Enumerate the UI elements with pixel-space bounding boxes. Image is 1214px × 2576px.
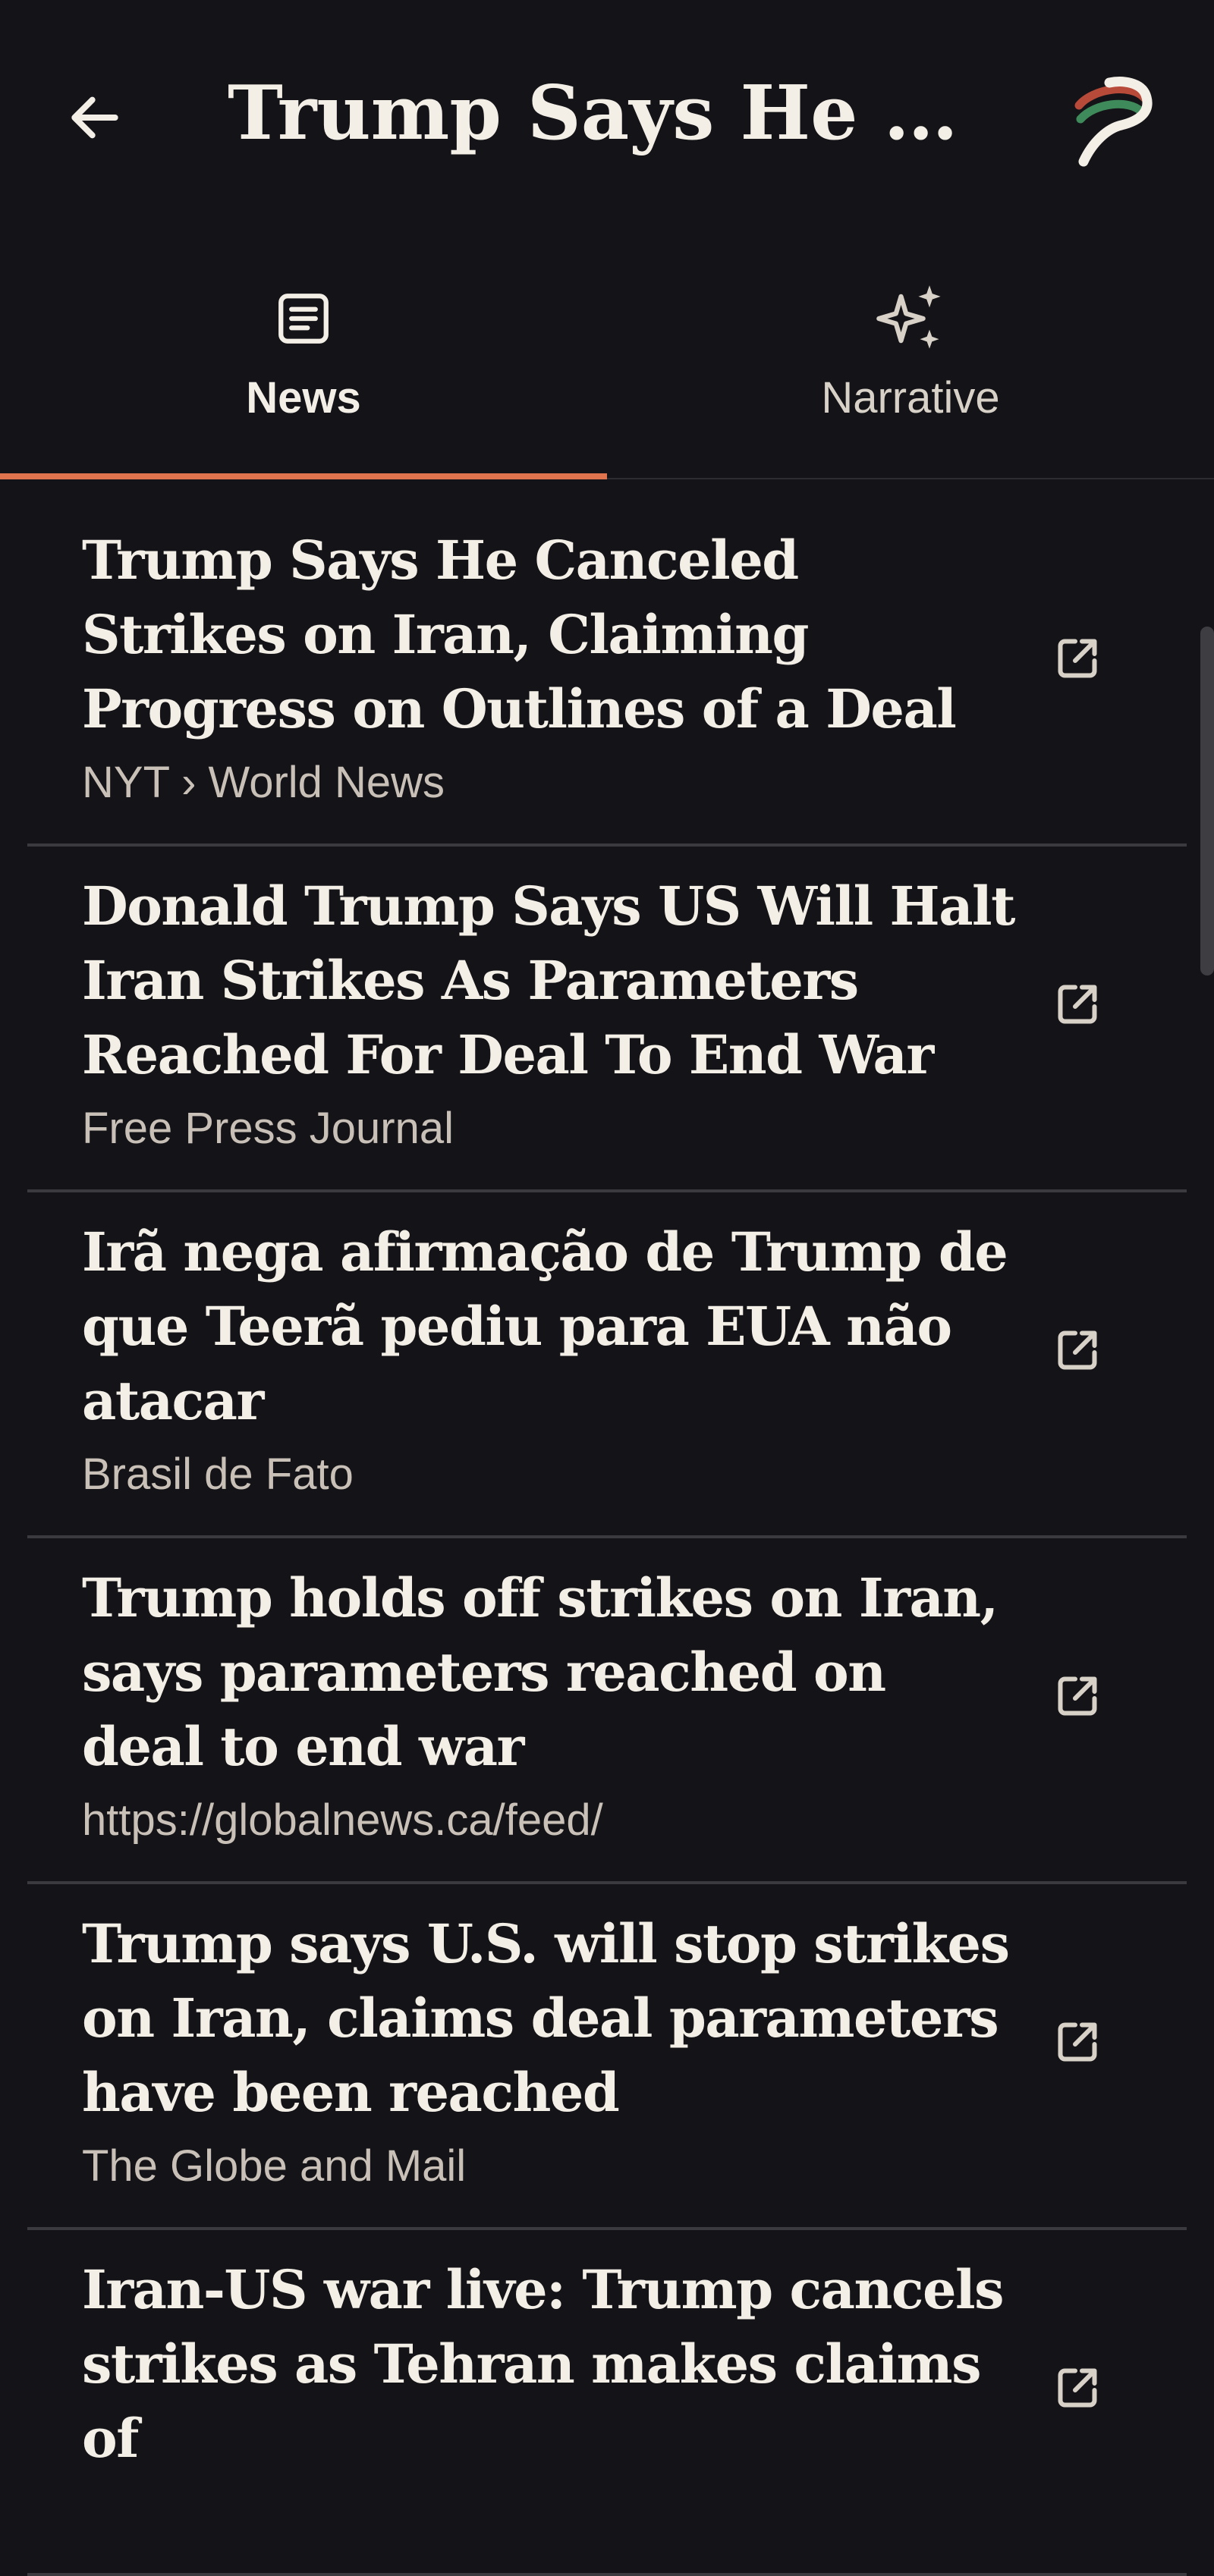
- tab-narrative-label: Narrative: [821, 373, 1000, 423]
- open-external-icon: [1058, 1330, 1097, 1370]
- sparkles-icon: [873, 281, 948, 357]
- news-title: Iran-US war live: Trump cancels strikes …: [82, 2258, 1005, 2470]
- news-title: Donald Trump Says US Will Halt Iran Stri…: [82, 875, 1015, 1086]
- app-bar: Trump Says He Can...: [0, 0, 1214, 235]
- open-external-button[interactable]: [1044, 1663, 1111, 1729]
- news-title: Trump Says He Canceled Strikes on Iran, …: [82, 529, 957, 740]
- news-item[interactable]: Irã nega afirmação de Trump de que Teerã…: [27, 1192, 1187, 1538]
- news-item[interactable]: Iran-US war live: Trump cancels strikes …: [27, 2230, 1187, 2576]
- open-external-button[interactable]: [1044, 2009, 1111, 2075]
- open-external-button[interactable]: [1044, 1317, 1111, 1384]
- app-logo-icon: [1074, 77, 1153, 167]
- news-source: https://globalnews.ca/feed/: [82, 1795, 603, 1845]
- open-external-icon: [1058, 985, 1097, 1024]
- tab-news[interactable]: News: [0, 235, 607, 479]
- open-external-icon: [1058, 639, 1097, 678]
- open-external-button[interactable]: [1044, 625, 1111, 692]
- news-list: Trump Says He Canceled Strikes on Iran, …: [27, 501, 1187, 2576]
- news-source: Free Press Journal: [82, 1104, 454, 1153]
- news-source: NYT › World News: [82, 758, 445, 807]
- news-item[interactable]: Trump says U.S. will stop strikes on Ira…: [27, 1884, 1187, 2230]
- news-source: The Globe and Mail: [82, 2141, 467, 2191]
- page-title: Trump Says He Can...: [228, 70, 1017, 157]
- open-external-icon: [1058, 1676, 1097, 1716]
- news-title: Trump holds off strikes on Iran, says pa…: [82, 1566, 999, 1778]
- open-external-button[interactable]: [1044, 971, 1111, 1038]
- open-external-button[interactable]: [1044, 2355, 1111, 2421]
- arrow-left-icon: [71, 96, 118, 139]
- tab-bar: News Narrative: [0, 235, 1214, 479]
- news-item[interactable]: Donald Trump Says US Will Halt Iran Stri…: [27, 847, 1187, 1192]
- tab-narrative[interactable]: Narrative: [607, 235, 1214, 478]
- news-source: Brasil de Fato: [82, 1450, 354, 1499]
- open-external-icon: [1058, 2368, 1097, 2408]
- tab-news-label: News: [246, 373, 361, 423]
- news-item[interactable]: Trump Says He Canceled Strikes on Iran, …: [27, 501, 1187, 847]
- scrollbar[interactable]: [1200, 627, 1214, 975]
- news-item[interactable]: Trump holds off strikes on Iran, says pa…: [27, 1538, 1187, 1884]
- news-title: Trump says U.S. will stop strikes on Ira…: [82, 1912, 1010, 2124]
- back-button[interactable]: [53, 76, 137, 159]
- tab-selected-indicator: [0, 473, 607, 479]
- article-icon: [266, 281, 341, 357]
- news-title: Irã nega afirmação de Trump de que Teerã…: [82, 1220, 1008, 1432]
- open-external-icon: [1058, 2022, 1097, 2062]
